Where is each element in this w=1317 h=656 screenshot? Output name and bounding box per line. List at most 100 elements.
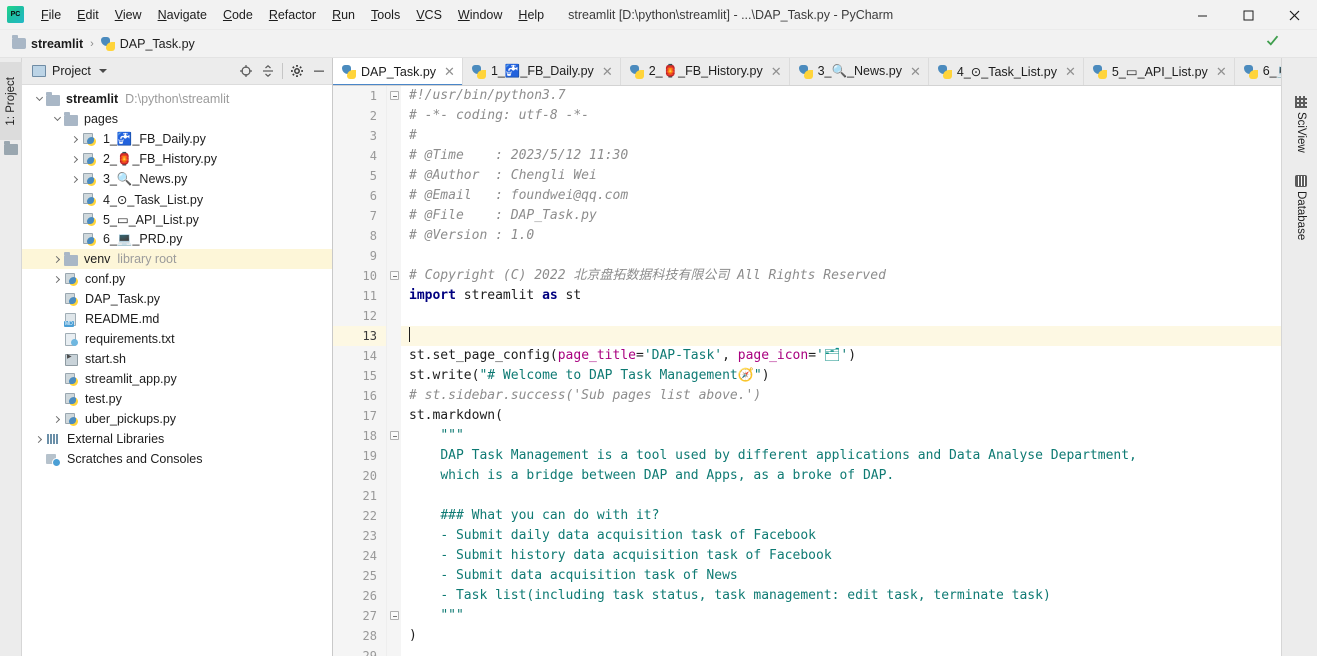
line-number: 13 — [333, 326, 386, 346]
close-icon[interactable]: ✕ — [1216, 65, 1227, 78]
menu-item-help[interactable]: Help — [510, 4, 552, 26]
fold-start-icon[interactable] — [390, 91, 399, 100]
menu-item-view[interactable]: View — [107, 4, 150, 26]
sidebar-item-project[interactable]: 1: Project — [0, 62, 22, 140]
chevron-right-icon[interactable] — [50, 269, 64, 289]
line-number: 8 — [369, 229, 377, 243]
chevron-right-icon[interactable] — [68, 169, 82, 189]
code-token-plain: ) — [848, 348, 857, 363]
tree-item[interactable]: streamlit D:\python\streamlit — [22, 89, 332, 109]
close-icon[interactable]: ✕ — [771, 65, 782, 78]
fold-start-icon[interactable] — [390, 431, 399, 440]
menu-item-tools[interactable]: Tools — [363, 4, 408, 26]
tree-item[interactable]: 4_⊙_Task_List.py — [22, 189, 332, 209]
close-icon[interactable]: ✕ — [910, 65, 921, 78]
fold-gutter[interactable] — [387, 86, 401, 656]
menu-item-window[interactable]: Window — [450, 4, 510, 26]
menu-item-run[interactable]: Run — [324, 4, 363, 26]
menu-item-vcs[interactable]: VCS — [408, 4, 450, 26]
sidebar-item-label: 1: Project — [5, 76, 17, 126]
sidebar-item-sciview[interactable]: SciView — [1290, 84, 1312, 163]
close-icon[interactable]: ✕ — [602, 65, 613, 78]
tree-item[interactable]: conf.py — [22, 269, 332, 289]
editor-tab-label: 5_▭_API_List.py — [1111, 65, 1208, 79]
chevron-right-icon[interactable] — [50, 249, 64, 269]
menu-item-file[interactable]: File — [33, 4, 69, 26]
python-file-icon — [82, 152, 97, 167]
tree-item[interactable]: DAP_Task.py — [22, 289, 332, 309]
fold-cell[interactable] — [387, 426, 401, 446]
tree-item[interactable]: External Libraries — [22, 429, 332, 449]
editor-tab[interactable]: 4_⊙_Task_List.py ✕ — [929, 58, 1084, 85]
code-line: # Copyright (C) 2022 北京盘拓数据科技有限公司 All Ri… — [401, 266, 1281, 286]
menu-item-edit[interactable]: Edit — [69, 4, 107, 26]
minimize-button[interactable] — [1179, 0, 1225, 30]
tree-item[interactable]: Scratches and Consoles — [22, 449, 332, 469]
chevron-down-icon[interactable] — [50, 109, 64, 129]
tree-item-label: 5_▭_API_List.py — [103, 212, 199, 227]
breadcrumb-item-file[interactable]: DAP_Task.py — [99, 36, 197, 51]
maximize-button[interactable] — [1225, 0, 1271, 30]
tree-item[interactable]: venv library root — [22, 249, 332, 269]
menu-item-code[interactable]: Code — [215, 4, 261, 26]
collapse-icon — [263, 65, 273, 77]
fold-start-icon[interactable] — [390, 271, 399, 280]
editor-tab[interactable]: 3_🔍_News.py ✕ — [790, 58, 929, 85]
python-file-icon — [64, 272, 79, 287]
tree-item[interactable]: README.md — [22, 309, 332, 329]
select-opened-file-button[interactable] — [235, 60, 257, 82]
tree-item[interactable]: 3_🔍_News.py — [22, 169, 332, 189]
chevron-down-icon[interactable] — [32, 89, 46, 109]
close-button[interactable] — [1271, 0, 1317, 30]
chevron-right-icon[interactable] — [68, 129, 82, 149]
tree-item[interactable]: 1_🚰_FB_Daily.py — [22, 129, 332, 149]
code-token-plain: = — [636, 348, 644, 363]
code-editor[interactable]: 1 2 3 4 5 6 7 8 9 10 11 12 13 14 15 16 17 18 19 20 21 22 23 24 2… — [333, 86, 1281, 656]
menu-item-navigate[interactable]: Navigate — [150, 4, 215, 26]
close-icon[interactable]: ✕ — [444, 65, 455, 78]
tree-item[interactable]: 6_💻_PRD.py — [22, 229, 332, 249]
menu-item-refactor[interactable]: Refactor — [261, 4, 324, 26]
fold-end-icon[interactable] — [390, 611, 399, 620]
hide-panel-button[interactable] — [308, 60, 330, 82]
tree-item[interactable]: 2_🏮_FB_History.py — [22, 149, 332, 169]
tree-item[interactable]: start.sh — [22, 349, 332, 369]
minimize-icon — [314, 70, 324, 72]
inspection-status-icon[interactable] — [1266, 34, 1279, 50]
editor-tab[interactable]: 6_💻_PRD.py✕ — [1235, 58, 1281, 85]
line-number: 3 — [369, 129, 377, 143]
line-number: 11 — [362, 289, 377, 303]
settings-button[interactable] — [286, 60, 308, 82]
sidebar-item-database[interactable]: Database — [1290, 163, 1312, 250]
fold-cell[interactable] — [387, 606, 401, 626]
editor-tab[interactable]: DAP_Task.py ✕ — [333, 58, 463, 85]
breadcrumb-label: streamlit — [31, 36, 84, 51]
tree-item[interactable]: 5_▭_API_List.py — [22, 209, 332, 229]
chevron-right-icon[interactable] — [68, 149, 82, 169]
editor-tab[interactable]: 2_🏮_FB_History.py ✕ — [621, 58, 790, 85]
editor-tab[interactable]: 1_🚰_FB_Daily.py ✕ — [463, 58, 621, 85]
tree-item[interactable]: pages — [22, 109, 332, 129]
chevron-right-icon[interactable] — [50, 409, 64, 429]
breadcrumb-separator: › — [90, 37, 94, 50]
chevron-right-icon[interactable] — [32, 429, 46, 449]
line-number-gutter: 1 2 3 4 5 6 7 8 9 10 11 12 13 14 15 16 17 18 19 20 21 22 23 24 2… — [333, 86, 387, 656]
python-file-icon — [342, 64, 356, 79]
chevron-down-icon[interactable] — [98, 69, 107, 73]
code-content[interactable]: #!/usr/bin/python3.7 # -*- coding: utf-8 … — [401, 86, 1281, 656]
tree-item[interactable]: requirements.txt — [22, 329, 332, 349]
tree-item[interactable]: streamlit_app.py — [22, 369, 332, 389]
close-icon[interactable]: ✕ — [1065, 65, 1076, 78]
fold-cell[interactable] — [387, 266, 401, 286]
collapse-all-button[interactable] — [257, 60, 279, 82]
breadcrumb-item-streamlit[interactable]: streamlit — [10, 35, 85, 51]
tree-item[interactable]: test.py — [22, 389, 332, 409]
fold-cell[interactable] — [387, 86, 401, 106]
project-tree: streamlit D:\python\streamlit pages 1_🚰_FB_… — [22, 85, 332, 469]
editor-tab[interactable]: 5_▭_API_List.py ✕ — [1084, 58, 1235, 85]
line-number: 21 — [362, 489, 377, 503]
tree-item[interactable]: uber_pickups.py — [22, 409, 332, 429]
line-number: 5 — [369, 169, 377, 183]
fold-cell — [387, 246, 401, 266]
